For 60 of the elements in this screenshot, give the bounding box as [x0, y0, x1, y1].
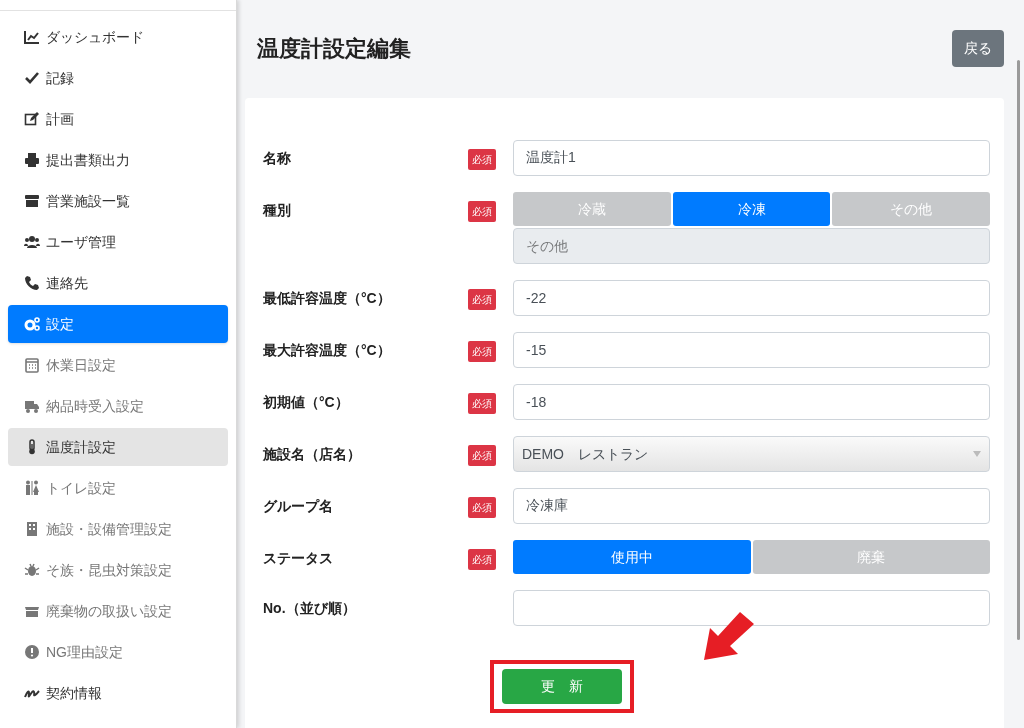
- alert-icon: [24, 644, 40, 660]
- sidebar-item[interactable]: NG理由設定: [8, 633, 228, 671]
- required-badge: 必須: [468, 149, 496, 170]
- sidebar-item[interactable]: ダッシュボード: [8, 18, 228, 56]
- text-field[interactable]: -22: [513, 280, 990, 316]
- page-title: 温度計設定編集: [257, 35, 411, 63]
- sidebar-item[interactable]: 施設・設備管理設定: [8, 510, 228, 548]
- bug-icon: [24, 562, 40, 578]
- chart-icon: [24, 29, 40, 45]
- segment-option[interactable]: 冷凍: [672, 192, 831, 226]
- required-badge: 必須: [468, 549, 496, 570]
- edit-icon: [24, 111, 40, 127]
- check-icon: [24, 70, 40, 86]
- text-field[interactable]: -15: [513, 332, 990, 368]
- segment-option[interactable]: 使用中: [513, 540, 751, 574]
- required-badge: 必須: [468, 289, 496, 310]
- field-label: 最大許容温度（°C）: [263, 341, 392, 360]
- gears-icon: [24, 316, 40, 332]
- sidebar-item[interactable]: 休業日設定: [8, 346, 228, 384]
- sidebar-item[interactable]: トイレ設定: [8, 469, 228, 507]
- field-label: ステータス: [263, 549, 334, 568]
- sidebar-item[interactable]: 計画: [8, 100, 228, 138]
- sidebar-item[interactable]: 設定: [8, 305, 228, 343]
- store-icon: [24, 193, 40, 209]
- required-badge: 必須: [468, 341, 496, 362]
- dropdown-caret-icon: [973, 451, 981, 457]
- sidebar-item[interactable]: 提出書類出力: [8, 141, 228, 179]
- field-label: 施設名（店名）: [263, 445, 362, 464]
- truck-icon: [24, 398, 40, 414]
- printer-icon: [24, 152, 40, 168]
- required-badge: 必須: [468, 497, 496, 518]
- text-field[interactable]: [513, 590, 990, 626]
- text-field[interactable]: 冷凍庫: [513, 488, 990, 524]
- sidebar-item[interactable]: 温度計設定: [8, 428, 228, 466]
- field-label: 最低許容温度（°C）: [263, 289, 392, 308]
- required-badge: 必須: [468, 393, 496, 414]
- phone-icon: [24, 275, 40, 291]
- sidebar-item[interactable]: 納品時受入設定: [8, 387, 228, 425]
- sidebar-item[interactable]: 契約情報: [8, 674, 228, 712]
- restroom-icon: [24, 480, 40, 496]
- sidebar-item[interactable]: 記録: [8, 59, 228, 97]
- field-label: 初期値（°C）: [263, 393, 350, 412]
- required-badge: 必須: [468, 201, 496, 222]
- sidebar-item[interactable]: ユーザ管理: [8, 223, 228, 261]
- sidebar-item[interactable]: そ族・昆虫対策設定: [8, 551, 228, 589]
- field-label: グループ名: [263, 497, 334, 516]
- sidebar-item[interactable]: 連絡先: [8, 264, 228, 302]
- select-field[interactable]: DEMO レストラン: [513, 436, 990, 472]
- field-label: No.（並び順）: [263, 599, 357, 618]
- building-icon: [24, 521, 40, 537]
- back-button[interactable]: 戻る: [952, 30, 1004, 67]
- field-label: 名称: [263, 149, 292, 168]
- calendar-icon: [24, 357, 40, 373]
- text-field[interactable]: -18: [513, 384, 990, 420]
- text-field[interactable]: 温度計1: [513, 140, 990, 176]
- sidebar-item[interactable]: 廃棄物の取扱い設定: [8, 592, 228, 630]
- sidebar-item[interactable]: 営業施設一覧: [8, 182, 228, 220]
- required-badge: 必須: [468, 445, 496, 466]
- field-label: 種別: [263, 201, 292, 220]
- users-icon: [24, 234, 40, 250]
